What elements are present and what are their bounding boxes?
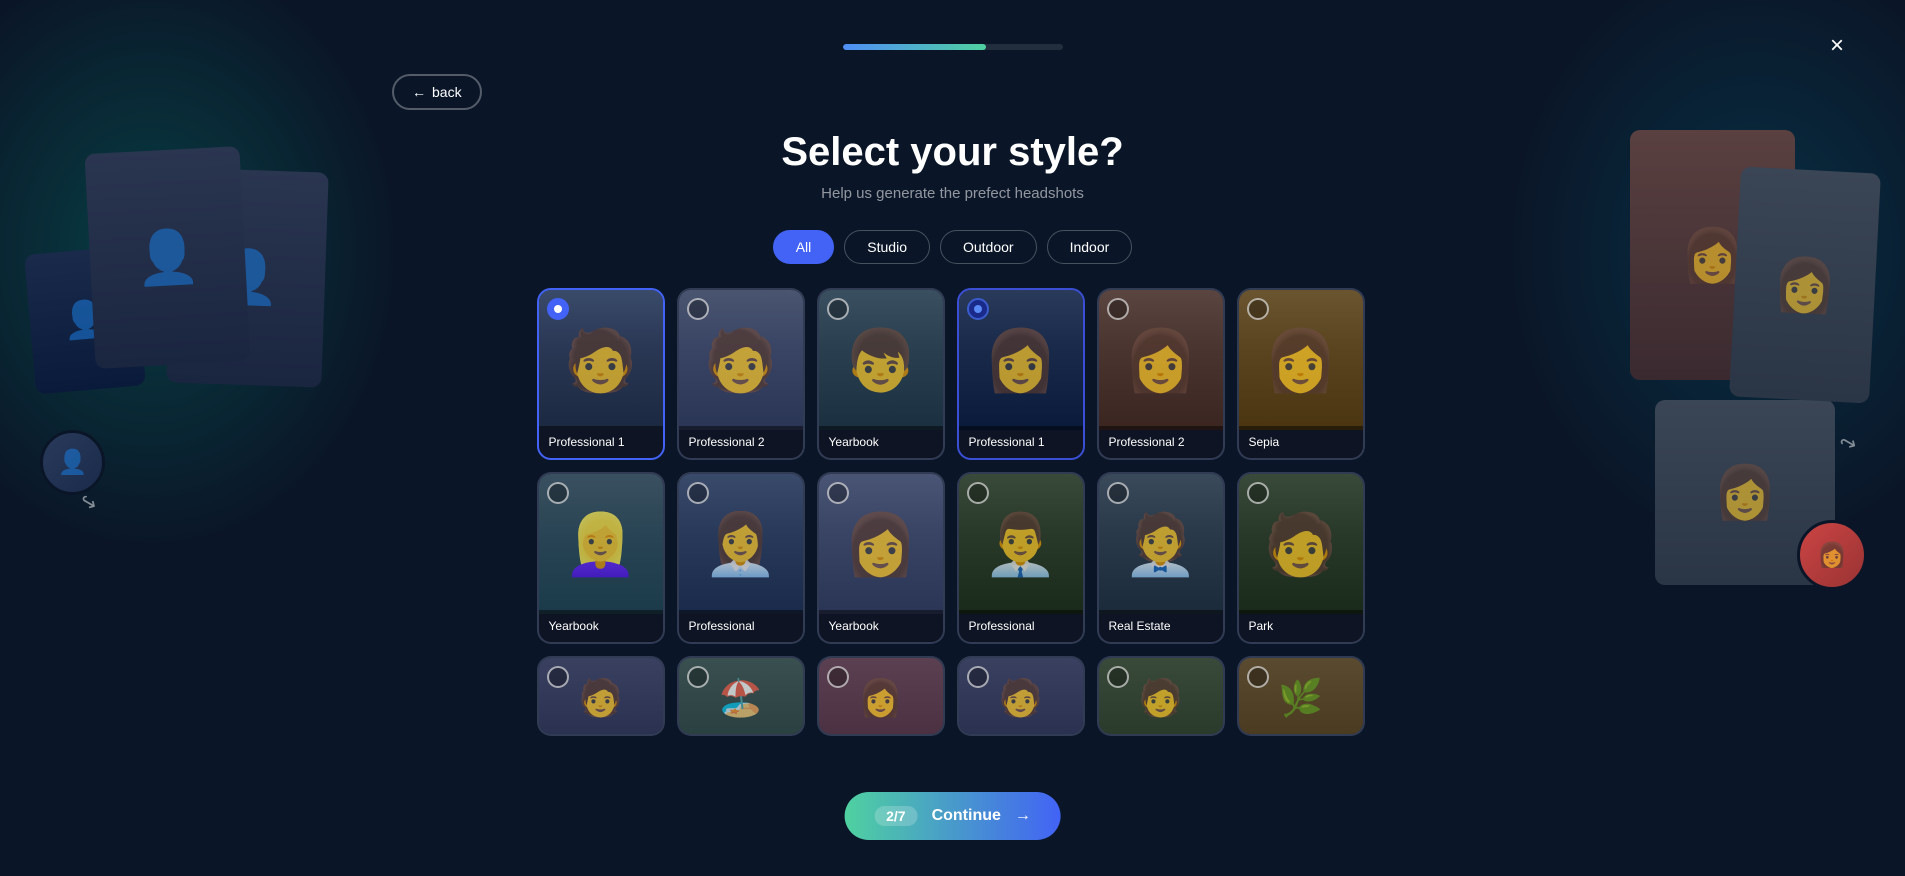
continue-count: 2/7 [874, 806, 917, 826]
right-decorative-panel: 👩 👩 👩 👩 ↩ [1535, 130, 1875, 610]
style-card-r1[interactable]: 🧑 [537, 656, 665, 736]
right-photo-2: 👩 [1729, 166, 1881, 403]
radio-r3 [827, 666, 849, 688]
radio-fprof [687, 482, 709, 504]
radio-r2 [687, 666, 709, 688]
progress-bar [843, 44, 1063, 50]
card-label-fprof: Professional [679, 610, 803, 642]
filter-tab-indoor[interactable]: Indoor [1047, 230, 1133, 264]
radio-p2m [687, 298, 709, 320]
radio-ybf2 [827, 482, 849, 504]
radio-r6 [1247, 666, 1269, 688]
radio-ybf [547, 482, 569, 504]
page-subtitle: Help us generate the prefect headshots [821, 185, 1084, 202]
radio-p1m [547, 298, 569, 320]
radio-om [967, 482, 989, 504]
style-card-r4[interactable]: 🧑 [957, 656, 1085, 736]
card-label-ybf2: Yearbook [819, 610, 943, 642]
radio-r1 [547, 666, 569, 688]
continue-label: Continue [932, 807, 1001, 825]
style-card-r6[interactable]: 🌿 [1237, 656, 1365, 736]
close-button[interactable]: × [1819, 28, 1855, 64]
left-avatar: 👤 [40, 430, 105, 495]
style-card-om[interactable]: 👨‍💼 Professional [957, 472, 1085, 644]
continue-arrow-icon: → [1015, 807, 1031, 825]
card-label-re: Real Estate [1099, 610, 1223, 642]
radio-park [1247, 482, 1269, 504]
back-button[interactable]: ← back [392, 74, 482, 110]
main-content: Select your style? Help us generate the … [380, 110, 1525, 736]
left-photo-1: 👤 [84, 146, 250, 369]
radio-p1f [967, 298, 989, 320]
card-label-ybf: Yearbook [539, 610, 663, 642]
card-label-p1f: Professional 1 [959, 426, 1083, 458]
style-card-r5[interactable]: 🧑 [1097, 656, 1225, 736]
card-label-p1m: Professional 1 [539, 426, 663, 458]
style-card-ybf2[interactable]: 👩 Yearbook [817, 472, 945, 644]
card-label-p2f: Professional 2 [1099, 426, 1223, 458]
radio-p2f [1107, 298, 1129, 320]
style-card-r2[interactable]: 🏖️ [677, 656, 805, 736]
card-label-sepia: Sepia [1239, 426, 1363, 458]
radio-sepia [1247, 298, 1269, 320]
style-card-r3[interactable]: 👩 [817, 656, 945, 736]
filter-tab-studio[interactable]: Studio [844, 230, 930, 264]
style-card-ybf[interactable]: 👱‍♀️ Yearbook [537, 472, 665, 644]
card-label-ybm: Yearbook [819, 426, 943, 458]
card-label-park: Park [1239, 610, 1363, 642]
radio-r4 [967, 666, 989, 688]
radio-re [1107, 482, 1129, 504]
back-arrow-icon: ← [412, 84, 426, 100]
style-card-p2m[interactable]: 🧑 Professional 2 [677, 288, 805, 460]
style-card-p2f[interactable]: 👩 Professional 2 [1097, 288, 1225, 460]
progress-fill [843, 44, 986, 50]
radio-ybm [827, 298, 849, 320]
page-title: Select your style? [781, 130, 1123, 175]
radio-r5 [1107, 666, 1129, 688]
style-card-p1m[interactable]: 🧑 Professional 1 [537, 288, 665, 460]
card-label-om: Professional [959, 610, 1083, 642]
style-card-park[interactable]: 🧑 Park [1237, 472, 1365, 644]
left-decorative-panel: 👤 👤 👤 👤 ↪ [30, 150, 350, 590]
filter-tab-outdoor[interactable]: Outdoor [940, 230, 1037, 264]
style-card-ybm[interactable]: 👦 Yearbook [817, 288, 945, 460]
style-grid: 🧑 Professional 1 🧑 Professional 2 👦 Year… [537, 288, 1369, 736]
style-card-re[interactable]: 🧑‍💼 Real Estate [1097, 472, 1225, 644]
style-card-p1f[interactable]: 👩 Professional 1 [957, 288, 1085, 460]
style-card-sepia[interactable]: 👩 Sepia [1237, 288, 1365, 460]
continue-button[interactable]: 2/7 Continue → [844, 792, 1061, 840]
filter-tab-all[interactable]: All [773, 230, 835, 264]
back-label: back [432, 84, 462, 100]
right-avatar: 👩 [1797, 520, 1867, 590]
style-card-fprof[interactable]: 👩‍💼 Professional [677, 472, 805, 644]
card-label-p2m: Professional 2 [679, 426, 803, 458]
right-arrow-icon: ↩ [1835, 427, 1862, 457]
filter-tabs: All Studio Outdoor Indoor [773, 230, 1133, 264]
